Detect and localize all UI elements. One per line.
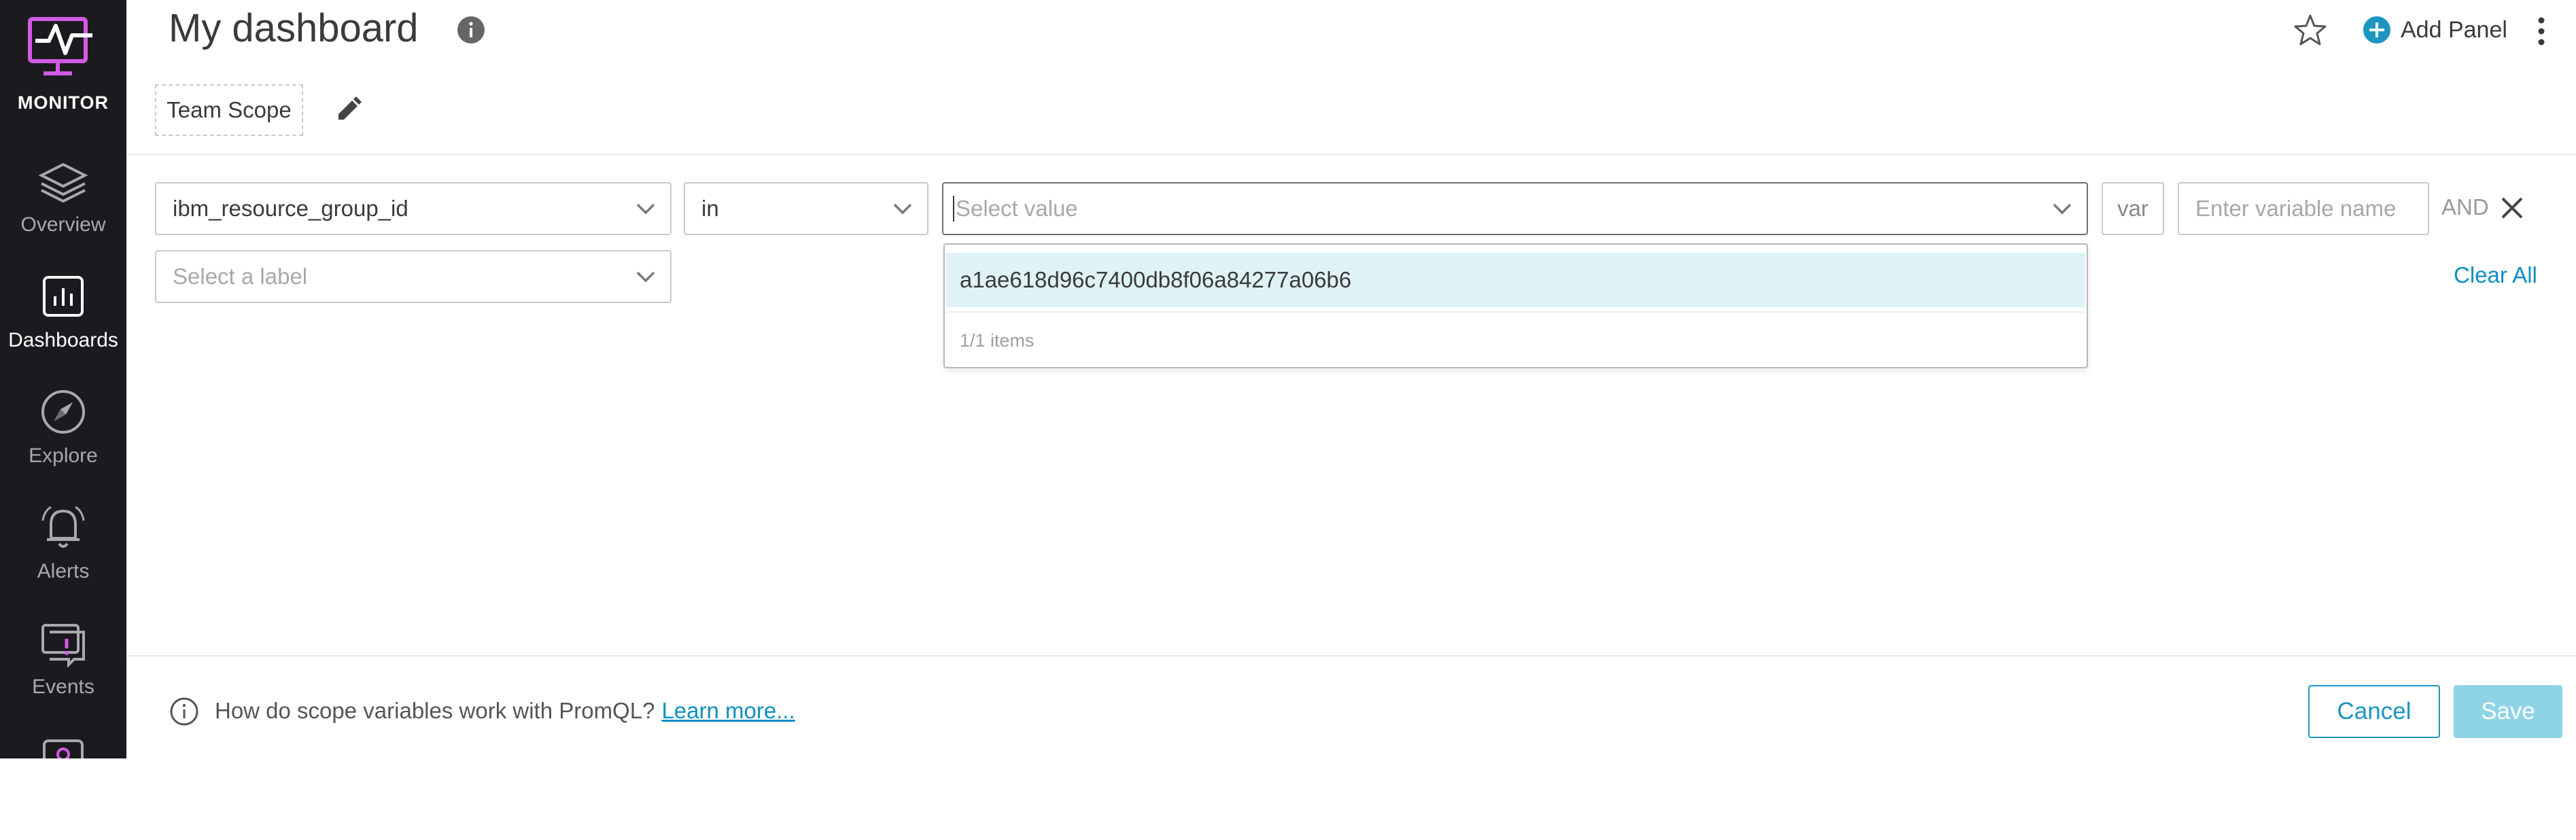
learn-more-link[interactable]: Learn more... bbox=[661, 698, 795, 723]
bell-icon bbox=[41, 506, 85, 548]
team-scope-text: Team Scope bbox=[167, 97, 292, 122]
var-toggle[interactable]: var bbox=[2102, 182, 2164, 235]
event-icon bbox=[41, 624, 85, 668]
add-panel-label: Add Panel bbox=[2401, 16, 2507, 43]
info-outline-icon bbox=[170, 697, 198, 726]
info-icon[interactable] bbox=[456, 15, 486, 45]
dropdown-item-count: 1/1 items bbox=[960, 330, 1034, 351]
variable-name-placeholder: Enter variable name bbox=[2195, 196, 2397, 221]
chevron-down-icon bbox=[2053, 203, 2072, 215]
more-nav-icon bbox=[43, 739, 84, 758]
nav-item-dashboards[interactable]: Dashboards bbox=[0, 269, 126, 378]
value-dropdown: a1ae618d96c7400db8f06a84277a06b6 1/1 ite… bbox=[943, 243, 2088, 368]
page-title: My dashboard bbox=[169, 6, 419, 50]
second-label-placeholder: Select a label bbox=[173, 264, 308, 289]
value-select-placeholder: Select value bbox=[956, 196, 1078, 221]
variable-name-input[interactable]: Enter variable name bbox=[2178, 182, 2429, 235]
header-divider bbox=[126, 154, 2576, 155]
team-scope-label: Team Scope bbox=[155, 84, 303, 136]
nav-item-overview[interactable]: Overview bbox=[0, 154, 126, 262]
chevron-down-icon bbox=[893, 203, 912, 215]
operator-select-value: in bbox=[701, 196, 719, 221]
add-panel-button[interactable]: Add Panel bbox=[2363, 14, 2507, 46]
close-icon[interactable] bbox=[2497, 193, 2527, 223]
bar-chart-icon bbox=[43, 276, 84, 317]
chevron-down-icon bbox=[636, 271, 655, 283]
more-vertical-icon[interactable] bbox=[2535, 15, 2547, 48]
label-select-value: ibm_resource_group_id bbox=[173, 196, 408, 221]
compass-icon bbox=[41, 390, 85, 434]
second-label-select[interactable]: Select a label bbox=[155, 250, 672, 303]
nav-label-events: Events bbox=[32, 676, 94, 698]
nav-label-dashboards: Dashboards bbox=[8, 329, 118, 351]
star-icon[interactable] bbox=[2292, 12, 2329, 49]
nav-item-alerts[interactable]: Alerts bbox=[0, 500, 126, 609]
plus-circle-icon bbox=[2363, 16, 2390, 43]
sidebar: MONITOR Overview Dashboards Explore Aler… bbox=[0, 0, 126, 758]
dropdown-divider bbox=[946, 311, 2085, 313]
var-label: var bbox=[2117, 196, 2148, 221]
dropdown-option[interactable]: a1ae618d96c7400db8f06a84277a06b6 bbox=[946, 253, 2085, 307]
nav-label-overview: Overview bbox=[20, 213, 106, 236]
footer-help: How do scope variables work with PromQL?… bbox=[215, 698, 795, 724]
nav-item-more[interactable] bbox=[0, 731, 126, 840]
monitor-logo-icon bbox=[28, 17, 92, 75]
operator-select[interactable]: in bbox=[684, 182, 928, 235]
dropdown-option-label: a1ae618d96c7400db8f06a84277a06b6 bbox=[960, 267, 1352, 292]
clear-all-link[interactable]: Clear All bbox=[2454, 262, 2537, 288]
label-select[interactable]: ibm_resource_group_id bbox=[155, 182, 672, 235]
and-label: AND bbox=[2441, 194, 2489, 220]
logo-text: MONITOR bbox=[18, 92, 109, 113]
save-button[interactable]: Save bbox=[2454, 685, 2562, 738]
footer-divider bbox=[126, 655, 2576, 657]
nav-item-events[interactable]: Events bbox=[0, 616, 126, 724]
chevron-down-icon bbox=[636, 203, 655, 215]
monitor-logo[interactable]: MONITOR bbox=[0, 0, 126, 126]
layers-icon bbox=[38, 162, 88, 203]
text-caret bbox=[953, 196, 954, 222]
cancel-button[interactable]: Cancel bbox=[2308, 685, 2440, 738]
nav-item-explore[interactable]: Explore bbox=[0, 385, 126, 493]
nav-label-alerts: Alerts bbox=[37, 560, 90, 582]
main-content: My dashboard Add Panel Team Scope ibm_re… bbox=[126, 0, 2576, 758]
nav-label-explore: Explore bbox=[29, 444, 98, 467]
pencil-icon[interactable] bbox=[333, 95, 363, 125]
value-select-input[interactable]: Select value bbox=[942, 182, 2088, 235]
footer-help-text: How do scope variables work with PromQL? bbox=[215, 698, 655, 723]
